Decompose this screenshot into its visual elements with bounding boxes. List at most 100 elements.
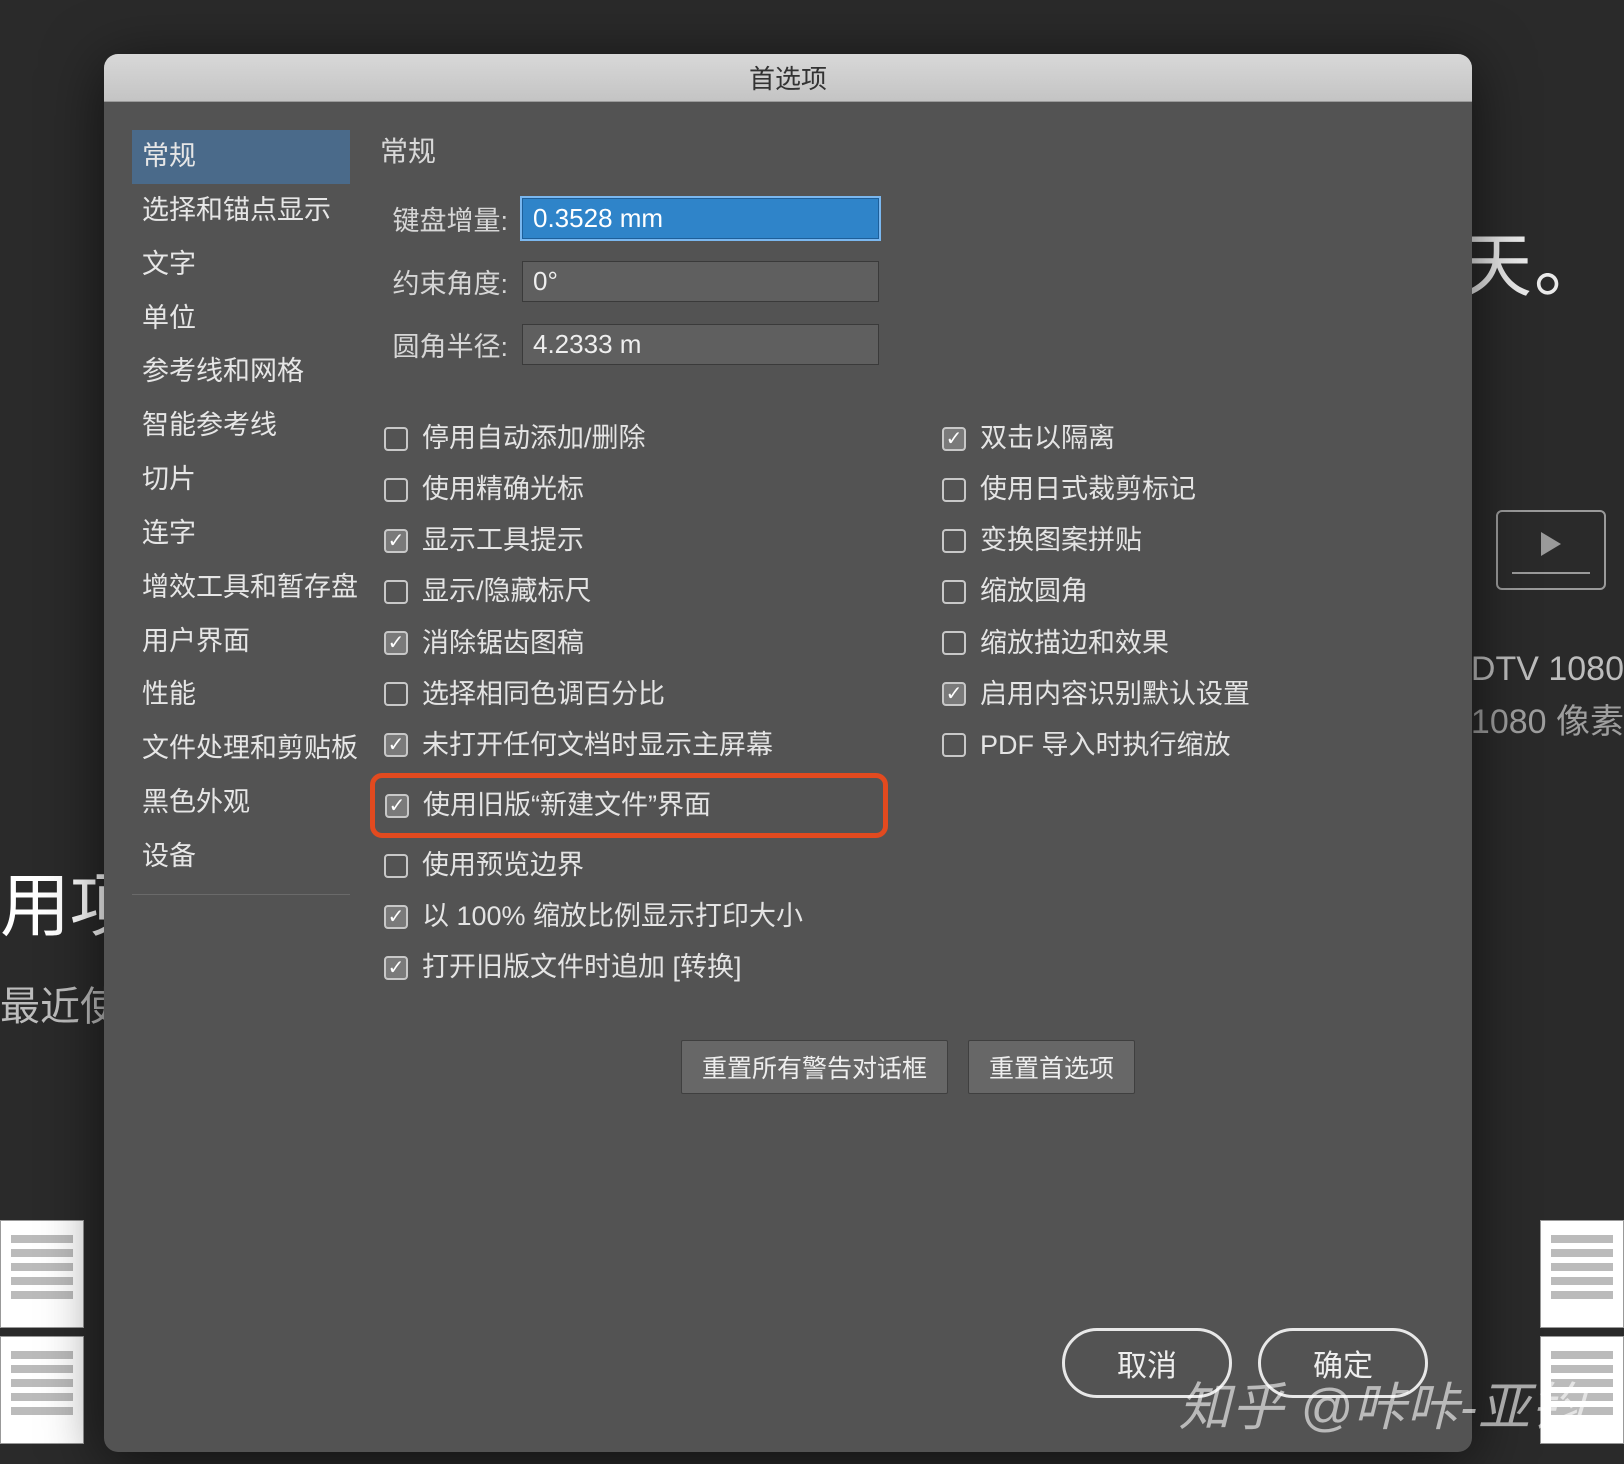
dialog-titlebar: 首选项 [104, 54, 1472, 102]
bg-thumbnail [1540, 1220, 1624, 1328]
checkbox-label: 缩放圆角 [980, 572, 1088, 611]
section-title: 常规 [380, 130, 1436, 170]
bg-thumbnail [0, 1220, 84, 1328]
checkbox-row[interactable]: 以 100% 缩放比例显示打印大小 [380, 891, 878, 942]
checkbox-row[interactable]: 启用内容识别默认设置 [938, 669, 1436, 720]
ok-button[interactable]: 确定 [1258, 1328, 1428, 1398]
checkbox-row[interactable]: 双击以隔离 [938, 413, 1436, 464]
checkbox-row[interactable]: 使用日式裁剪标记 [938, 464, 1436, 515]
bg-thumbnail [1540, 1336, 1624, 1444]
sidebar-item[interactable]: 选择和锚点显示 [132, 184, 350, 238]
checkbox-row[interactable]: PDF 导入时执行缩放 [938, 720, 1436, 771]
checkbox[interactable] [942, 427, 966, 451]
checkbox[interactable] [384, 733, 408, 757]
field-label: 键盘增量: [380, 199, 508, 238]
cancel-button[interactable]: 取消 [1062, 1328, 1232, 1398]
play-icon [1541, 532, 1561, 556]
checkbox-label: PDF 导入时执行缩放 [980, 726, 1231, 765]
checkbox[interactable] [384, 631, 408, 655]
checkbox-label: 双击以隔离 [980, 419, 1115, 458]
sidebar-item[interactable]: 黑色外观 [132, 776, 350, 830]
sidebar-item[interactable]: 用户界面 [132, 615, 350, 669]
sidebar-item[interactable]: 常规 [132, 130, 350, 184]
checkbox-row[interactable]: 使用精确光标 [380, 464, 878, 515]
constrain-angle-input[interactable] [522, 261, 879, 302]
checkbox[interactable] [384, 854, 408, 878]
dialog-title: 首选项 [749, 59, 827, 96]
sidebar-item[interactable]: 参考线和网格 [132, 345, 350, 399]
checkbox-label: 使用旧版“新建文件”界面 [423, 786, 711, 825]
checkbox[interactable] [942, 478, 966, 502]
checkbox-row[interactable]: 缩放圆角 [938, 566, 1436, 617]
highlighted-option: 使用旧版“新建文件”界面 [370, 773, 888, 838]
checkbox-row[interactable]: 使用旧版“新建文件”界面 [385, 782, 873, 829]
sidebar-item[interactable]: 智能参考线 [132, 399, 350, 453]
checkbox-row[interactable]: 消除锯齿图稿 [380, 618, 878, 669]
reset-preferences-button[interactable]: 重置首选项 [968, 1040, 1135, 1094]
field-label: 约束角度: [380, 262, 508, 301]
checkbox-row[interactable]: 打开旧版文件时追加 [转换] [380, 942, 878, 993]
bg-thumbnail [0, 1336, 84, 1444]
checkbox[interactable] [942, 529, 966, 553]
checkbox-label: 变换图案拼贴 [980, 521, 1142, 560]
checkbox[interactable] [942, 580, 966, 604]
dialog-footer: 取消 确定 [104, 1328, 1472, 1452]
field-constrain-angle: 约束角度: [380, 261, 1436, 302]
checkbox-column-right: 双击以隔离使用日式裁剪标记变换图案拼贴缩放圆角缩放描边和效果启用内容识别默认设置… [938, 413, 1436, 994]
checkbox-label: 启用内容识别默认设置 [980, 675, 1250, 714]
checkbox-row[interactable]: 未打开任何文档时显示主屏幕 [380, 720, 878, 771]
checkbox-label: 显示工具提示 [422, 521, 584, 560]
checkbox-label: 显示/隐藏标尺 [422, 572, 592, 611]
checkbox-label: 缩放描边和效果 [980, 624, 1169, 663]
keyboard-increment-input[interactable] [522, 198, 879, 239]
checkbox-row[interactable]: 变换图案拼贴 [938, 515, 1436, 566]
sidebar-item[interactable]: 文件处理和剪贴板 [132, 722, 350, 776]
preferences-main-panel: 常规 键盘增量: 约束角度: 圆角半径: 停用自动添加/删除使用精确光标显示工具… [372, 130, 1444, 1328]
preferences-sidebar: 常规选择和锚点显示文字单位参考线和网格智能参考线切片连字增效工具和暂存盘用户界面… [132, 130, 350, 1328]
checkbox-label: 使用预览边界 [422, 846, 584, 885]
checkbox[interactable] [384, 427, 408, 451]
bg-meta-line-1: HDTV 1080 [1446, 650, 1624, 689]
sidebar-item[interactable]: 连字 [132, 507, 350, 561]
dialog-body: 常规选择和锚点显示文字单位参考线和网格智能参考线切片连字增效工具和暂存盘用户界面… [104, 102, 1472, 1328]
checkbox-label: 选择相同色调百分比 [422, 675, 665, 714]
checkbox-row[interactable]: 选择相同色调百分比 [380, 669, 878, 720]
corner-radius-input[interactable] [522, 324, 879, 365]
checkbox-row[interactable]: 显示/隐藏标尺 [380, 566, 878, 617]
checkbox-label: 消除锯齿图稿 [422, 624, 584, 663]
checkbox[interactable] [942, 631, 966, 655]
sidebar-item[interactable]: 切片 [132, 453, 350, 507]
preferences-dialog: 首选项 常规选择和锚点显示文字单位参考线和网格智能参考线切片连字增效工具和暂存盘… [104, 54, 1472, 1452]
checkbox[interactable] [384, 905, 408, 929]
sidebar-item[interactable]: 性能 [132, 668, 350, 722]
checkbox-label: 以 100% 缩放比例显示打印大小 [422, 897, 803, 936]
sidebar-item[interactable]: 单位 [132, 292, 350, 346]
checkbox[interactable] [942, 733, 966, 757]
field-label: 圆角半径: [380, 325, 508, 364]
sidebar-item[interactable]: 增效工具和暂存盘 [132, 561, 350, 615]
checkbox[interactable] [384, 956, 408, 980]
checkbox[interactable] [384, 478, 408, 502]
checkbox-row[interactable]: 缩放描边和效果 [938, 618, 1436, 669]
checkbox-label: 使用日式裁剪标记 [980, 470, 1196, 509]
play-preview-box [1496, 510, 1606, 590]
checkbox-label: 使用精确光标 [422, 470, 584, 509]
checkbox[interactable] [385, 794, 409, 818]
checkbox-row[interactable]: 使用预览边界 [380, 840, 878, 891]
checkbox-label: 未打开任何文档时显示主屏幕 [422, 726, 773, 765]
checkbox-column-left: 停用自动添加/删除使用精确光标显示工具提示显示/隐藏标尺消除锯齿图稿选择相同色调… [380, 413, 878, 994]
bg-hint-text: 天。 [1462, 210, 1606, 311]
reset-buttons-row: 重置所有警告对话框 重置首选项 [380, 1040, 1436, 1094]
checkbox-row[interactable]: 停用自动添加/删除 [380, 413, 878, 464]
checkbox-row[interactable]: 显示工具提示 [380, 515, 878, 566]
field-keyboard-increment: 键盘增量: [380, 198, 1436, 239]
checkbox[interactable] [942, 682, 966, 706]
checkbox-label: 停用自动添加/删除 [422, 419, 646, 458]
reset-warnings-button[interactable]: 重置所有警告对话框 [681, 1040, 948, 1094]
field-corner-radius: 圆角半径: [380, 324, 1436, 365]
checkbox[interactable] [384, 580, 408, 604]
checkbox[interactable] [384, 682, 408, 706]
sidebar-item[interactable]: 文字 [132, 238, 350, 292]
sidebar-item[interactable]: 设备 [132, 830, 350, 884]
checkbox[interactable] [384, 529, 408, 553]
